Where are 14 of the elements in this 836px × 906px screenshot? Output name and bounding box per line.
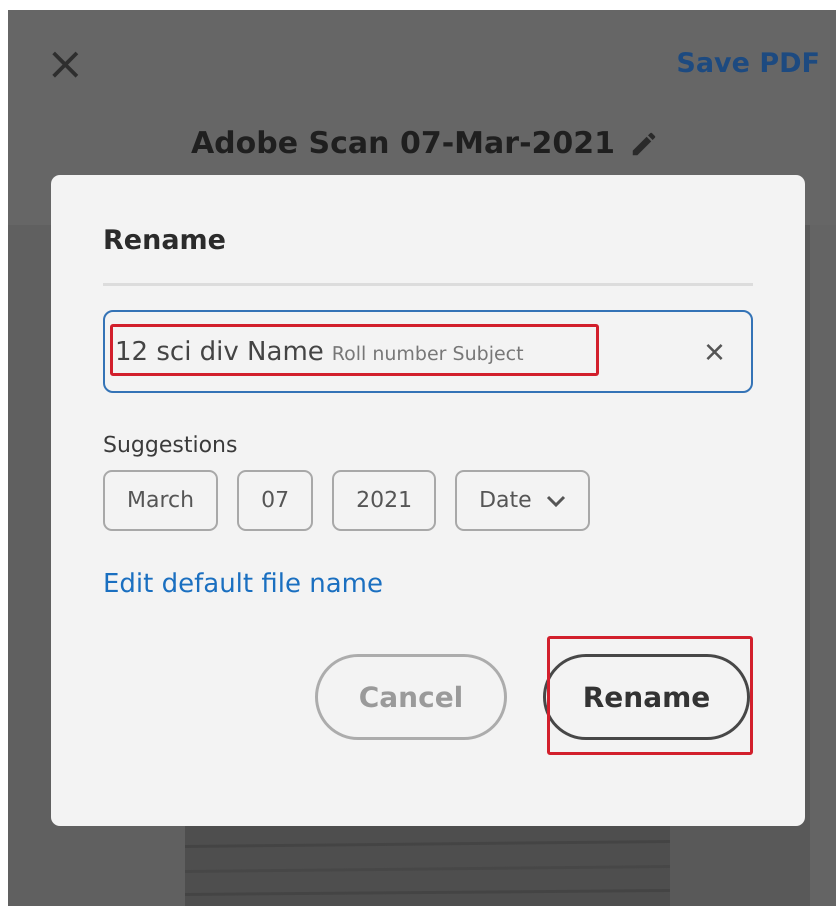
suggestion-dropdown[interactable]: Date [455,470,590,531]
suggestion-chip[interactable]: 07 [237,470,314,531]
suggestion-chip[interactable]: 2021 [332,470,436,531]
field-suffix: Roll number Subject [332,342,524,364]
suggestions-label: Suggestions [103,433,238,458]
clear-button[interactable]: × [704,334,725,370]
suggestion-chip[interactable]: March [103,470,218,531]
document-title: Adobe Scan 07-Mar-2021 [190,126,616,161]
field-value: 12 sci div Name [115,336,324,366]
filename-field[interactable]: 12 sci div Name Roll number Subject × [103,310,753,393]
edit-default-name-link[interactable]: Edit default file name [103,569,383,599]
chevron-down-icon [546,494,566,506]
dialog-title: Rename [103,225,227,256]
rename-button[interactable]: Rename [543,654,750,740]
